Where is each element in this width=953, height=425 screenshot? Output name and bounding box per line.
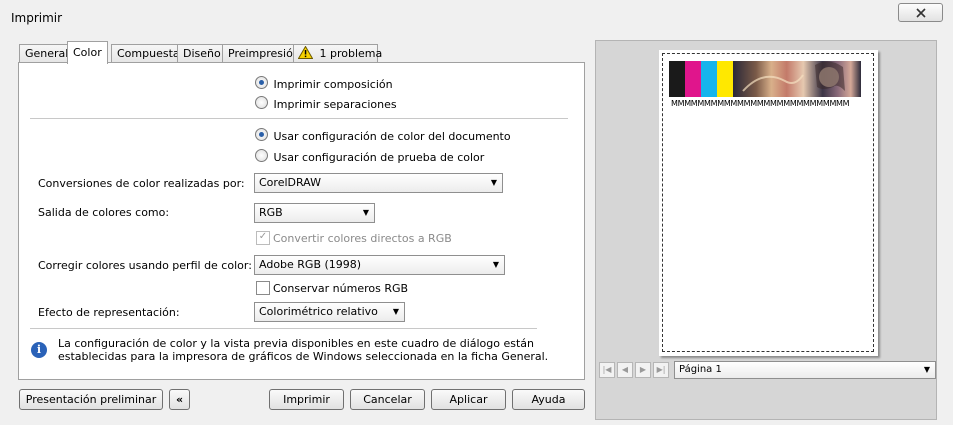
radio-label: Imprimir composición [273,78,393,91]
window-title: Imprimir [11,11,63,25]
color-bar-cyan [701,61,717,97]
preserve-numbers-label: Conservar números RGB [273,281,409,295]
next-page-icon: ▶ [639,365,647,374]
tab-problema-label: 1 problema [319,47,383,60]
convert-spot-checkbox[interactable]: ✓ Convertir colores directos a RGB [256,231,452,245]
sample-text: MMMMMMMMMMMMMMMMMMMMMMMMMMM [671,99,850,108]
chevron-down-icon: ▼ [362,208,369,217]
conversions-value: CorelDRAW [259,176,321,189]
artwork-figure [742,61,845,92]
printable-area-border [662,53,874,352]
radio-indicator [255,96,268,109]
info-line-1: La configuración de color y la vista pre… [58,337,535,350]
rendering-intent-label: Efecto de representación: [38,306,180,319]
checkbox-box [256,281,270,295]
warning-icon [297,45,314,59]
color-profile-value: Adobe RGB (1998) [259,258,362,271]
previous-page-icon: ◀ [621,365,629,374]
last-page-button[interactable]: ▶| [653,362,669,378]
checkbox-box: ✓ [256,231,270,245]
first-page-button[interactable]: |◀ [599,362,615,378]
radio-proof-color[interactable]: Usar configuración de prueba de color [255,149,484,165]
page-selector-value: Página 1 [679,364,722,375]
print-button[interactable]: Imprimir [269,389,344,410]
preview-button[interactable]: Presentación preliminar [19,389,163,410]
artwork-thumbnail [733,61,861,97]
conversions-select[interactable]: CorelDRAW ▼ [254,173,503,193]
color-profile-select[interactable]: Adobe RGB (1998) ▼ [254,255,505,275]
page-selector[interactable]: Página 1 ▼ [674,361,936,379]
color-bar-yellow [717,61,733,97]
color-bar-black [669,61,685,97]
cancel-button[interactable]: Cancelar [350,389,425,410]
radio-label: Imprimir separaciones [273,98,397,111]
radio-document-color[interactable]: Usar configuración de color del document… [255,128,511,144]
rendering-intent-value: Colorimétrico relativo [259,305,378,318]
output-colors-select[interactable]: RGB ▼ [254,203,375,223]
radio-label: Usar configuración de color del document… [273,130,511,143]
chevron-down-icon: ▼ [492,260,499,269]
close-icon [915,7,926,18]
previous-page-button[interactable]: ◀ [617,362,633,378]
divider [30,328,537,329]
radio-print-composite[interactable]: Imprimir composición [255,76,393,92]
close-button[interactable] [898,3,943,22]
info-icon: i [31,342,47,358]
help-button[interactable]: Ayuda [512,389,585,410]
output-colors-value: RGB [259,206,283,219]
tab-color[interactable]: Color [67,41,108,64]
next-page-button[interactable]: ▶ [635,362,651,378]
tab-compuesta[interactable]: Compuesta [111,44,186,63]
chevron-down-icon: ▼ [490,178,497,187]
tab-problema[interactable]: 1 problema [293,44,382,63]
info-line-2: establecidas para la impresora de gráfic… [58,350,549,363]
radio-indicator [255,149,268,162]
convert-spot-label: Convertir colores directos a RGB [273,231,452,245]
first-page-icon: |◀ [602,365,612,374]
chevron-down-icon: ▼ [392,307,399,316]
conversions-label: Conversiones de color realizadas por: [38,177,245,190]
preserve-numbers-checkbox[interactable]: Conservar números RGB [256,281,408,295]
divider [30,118,568,119]
radio-print-separations[interactable]: Imprimir separaciones [255,96,397,112]
double-chevron-left-icon: « [175,393,184,406]
color-bar-magenta [685,61,701,97]
correct-colors-label: Corregir colores usando perfil de color: [38,259,252,272]
radio-indicator [255,76,268,89]
output-colors-label: Salida de colores como: [38,206,170,219]
collapse-preview-button[interactable]: « [169,389,190,410]
rendering-intent-select[interactable]: Colorimétrico relativo ▼ [254,302,405,322]
radio-indicator [255,128,268,141]
radio-label: Usar configuración de prueba de color [273,151,485,164]
last-page-icon: ▶| [656,365,666,374]
tab-diseno[interactable]: Diseño [177,44,227,63]
chevron-down-icon: ▼ [923,365,930,374]
apply-button[interactable]: Aplicar [431,389,506,410]
